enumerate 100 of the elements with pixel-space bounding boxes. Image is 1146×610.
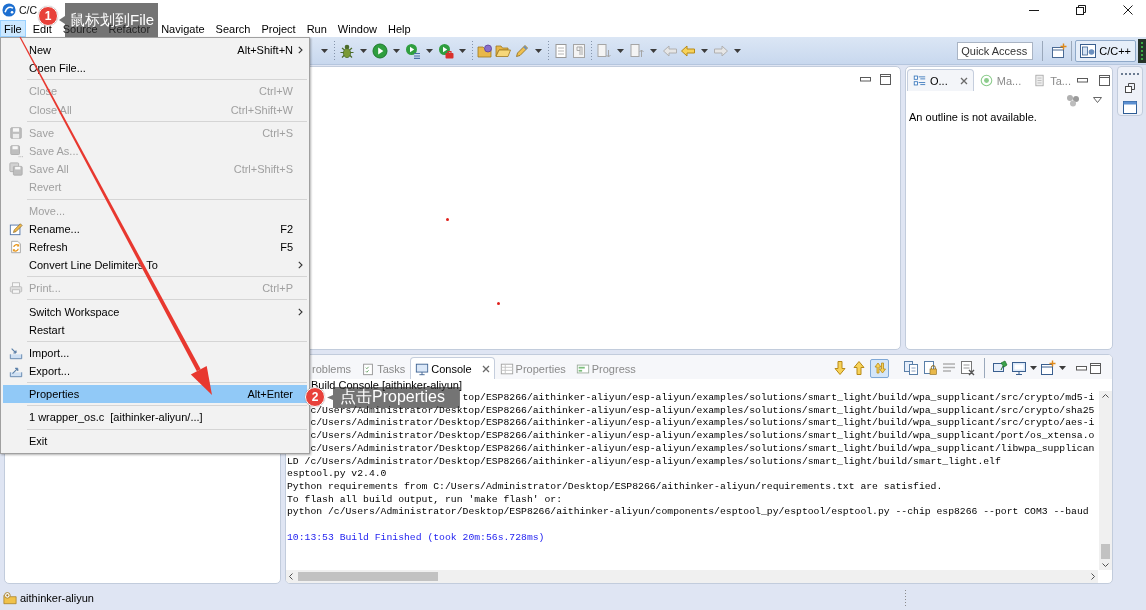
caret-icon[interactable] (320, 48, 328, 53)
restore-icon[interactable] (1076, 5, 1086, 15)
lock-icon[interactable] (922, 360, 938, 376)
arrow-up-icon[interactable] (851, 360, 867, 376)
chevron-right-icon[interactable] (1091, 573, 1095, 580)
play-icon[interactable] (371, 42, 388, 59)
maximize-icon[interactable] (1090, 362, 1101, 374)
menu-bar-item[interactable]: Navigate (157, 20, 209, 37)
caret-icon[interactable] (359, 48, 367, 53)
window-icon[interactable] (1123, 101, 1137, 114)
caret-icon[interactable] (1059, 366, 1066, 370)
document-stack-icon[interactable] (903, 360, 919, 376)
window-plus-icon[interactable] (1040, 360, 1056, 376)
dot-icon (497, 302, 500, 305)
menu-bar-item[interactable]: Window (333, 20, 381, 37)
dotted-strip-icon (1138, 38, 1146, 63)
restore-icon[interactable] (1125, 83, 1135, 93)
keyboard-shortcut: Ctrl+S (262, 126, 293, 139)
menu-item[interactable]: Export... (3, 362, 307, 381)
menu-bar-item[interactable]: Search (211, 20, 255, 37)
menu-item[interactable]: Switch Workspace (3, 302, 307, 321)
play-toolbox-icon[interactable] (437, 42, 454, 59)
printer-icon (9, 281, 23, 296)
scrollbar-thumb[interactable] (1101, 544, 1110, 559)
menu-item[interactable]: Properties Alt+Enter (3, 385, 307, 404)
menu-item[interactable]: Rename... F2 (3, 219, 307, 238)
maximize-icon[interactable] (1099, 74, 1110, 86)
console-line: python /c/Users/Administrator/Desktop/ESP8266/aithinker-aliyun/components/esptool_py/esptool/esptool.py --chip esp8266 --port COM3 --baud (287, 506, 1089, 520)
caret-icon[interactable] (616, 48, 624, 53)
caret-icon[interactable] (392, 48, 400, 53)
caret-icon[interactable] (458, 48, 466, 53)
play-list-icon[interactable] (404, 42, 421, 59)
minimize-icon[interactable] (860, 76, 871, 82)
caret-icon[interactable] (701, 48, 709, 53)
menu-bar-item[interactable]: Help (384, 20, 415, 37)
menu-item[interactable]: Exit (3, 431, 307, 450)
up-down-arrows-icon (871, 360, 888, 376)
window-title: C/C (19, 4, 38, 16)
arrow-down-icon[interactable] (832, 360, 848, 376)
project-icon (3, 591, 17, 605)
caret-icon[interactable] (734, 48, 742, 53)
keyboard-shortcut: Alt+Shift+N (237, 44, 293, 57)
panel-tab[interactable]: Ta... (1027, 69, 1077, 91)
caret-icon[interactable] (1030, 366, 1037, 370)
circles-icon[interactable] (1066, 93, 1080, 107)
caret-icon[interactable] (649, 48, 657, 53)
document-icon (1033, 74, 1047, 87)
menu-item[interactable]: Import... (3, 343, 307, 362)
panel-tab[interactable]: Console (410, 357, 495, 379)
caret-icon[interactable] (425, 48, 433, 53)
scrollbar-thumb[interactable] (298, 572, 438, 581)
console-line: c/Users/Administrator/Desktop/ESP8266/aithinker-aliyun/esp-aliyun/examples/solutions/smart_light/build/wpa_supplicant/libwpa_supplican (310, 442, 1095, 456)
menu-item[interactable]: 1 wrapper_os.c [aithinker-aliyun/...] (3, 408, 307, 427)
keyboard-shortcut: Ctrl+Shift+W (230, 103, 293, 116)
console-line: Python requirements from C:/Users/Administrator/Desktop/ESP8266/aithinker-aliyun/requirements.txt are satisfied. (287, 480, 943, 494)
quick-access-field[interactable]: Quick Access (957, 41, 1034, 60)
console-line: c/Users/Administrator/Desktop/ESP8266/aithinker-aliyun/esp-aliyun/examples/solutions/smart_light/build/wpa_supplicant/port/os_xtensa.o (310, 430, 1095, 443)
menu-item[interactable]: Refresh F5 (3, 237, 307, 257)
refresh-icon (9, 239, 23, 254)
console-line: To flash all build output, run 'make flash' or: (287, 493, 562, 507)
chevron-down-icon[interactable] (1102, 563, 1109, 567)
panel-tab[interactable]: Ma... (973, 69, 1028, 91)
dropdown-icon[interactable] (1093, 97, 1102, 103)
keyboard-shortcut: Ctrl+W (259, 85, 293, 98)
document-icon[interactable] (552, 42, 569, 59)
clipboard-icon (361, 361, 376, 376)
keyboard-shortcut: Ctrl+P (262, 282, 293, 295)
minimize-icon[interactable] (1077, 77, 1088, 83)
menu-bar-item[interactable]: Run (302, 20, 331, 37)
caret-icon[interactable] (534, 48, 542, 53)
toggle-button[interactable] (870, 358, 889, 378)
stacked-disks-icon (9, 162, 23, 177)
minimize-icon[interactable] (1076, 365, 1087, 371)
horizontal-scrollbar[interactable] (286, 570, 1098, 583)
menu-item[interactable]: Restart (3, 320, 307, 339)
panel-tab[interactable]: O... (907, 69, 974, 91)
close-icon[interactable] (1123, 5, 1133, 15)
folder-icon[interactable] (476, 42, 493, 59)
vertical-scrollbar[interactable] (1099, 391, 1112, 570)
bug-icon[interactable] (338, 42, 355, 59)
console-line: esptool.py v2.4.0 (287, 468, 387, 481)
chevron-up-icon[interactable] (1102, 394, 1109, 398)
keyboard-shortcut: F2 (280, 222, 293, 235)
monitor-icon[interactable] (1011, 360, 1027, 376)
keyboard-shortcut: F5 (280, 240, 293, 253)
console-status-line: 10:13:53 Build Finished (took 20m:56s.728ms) (287, 531, 545, 545)
target-icon (979, 74, 993, 87)
menu-bar-item[interactable]: File (0, 20, 26, 37)
chevron-left-icon[interactable] (289, 573, 293, 580)
maximize-icon[interactable] (880, 73, 891, 85)
pencil-page-icon (9, 221, 23, 236)
clear-icon[interactable] (960, 360, 976, 376)
perspective-button[interactable]: C/C++ (1075, 39, 1136, 62)
menu-item[interactable]: New Alt+Shift+N (3, 41, 307, 60)
console-line: c/Users/Administrator/Desktop/ESP8266/aithinker-aliyun/esp-aliyun/examples/solutions/smart_light/build/wpa_supplicant/src/crypto/aes-i (310, 417, 1095, 431)
progress-bars-icon (575, 361, 590, 376)
outline-message: An outline is not available. (908, 110, 1037, 123)
table-icon (499, 361, 514, 376)
menu-bar-item[interactable]: Project (257, 20, 300, 37)
status-text: aithinker-aliyun (20, 592, 94, 604)
